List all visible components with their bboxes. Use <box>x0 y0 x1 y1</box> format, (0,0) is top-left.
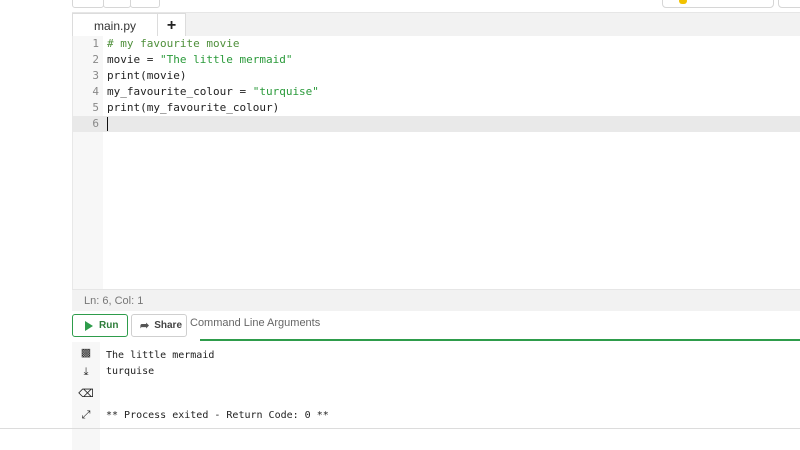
code-token: print(movie) <box>107 69 187 82</box>
line-code: print(movie) <box>107 68 186 84</box>
code-line[interactable]: 1 # my favourite movie <box>73 36 800 52</box>
python-logo-icon <box>679 0 687 4</box>
line-number: 3 <box>92 69 99 82</box>
play-icon <box>85 320 93 331</box>
tab-main-py[interactable]: main.py <box>72 13 158 37</box>
output-line: turquise <box>106 366 155 377</box>
share-icon: ➦ <box>140 320 150 332</box>
code-line[interactable]: 5 print(my_favourite_colour) <box>73 100 800 116</box>
command-line-arguments-input[interactable]: Command Line Arguments <box>190 317 320 329</box>
settings-button[interactable] <box>778 0 800 8</box>
action-bar: Run ➦ Share Command Line Arguments <box>72 314 800 341</box>
line-number: 2 <box>92 53 99 66</box>
cursor-position: Ln: 6, Col: 1 <box>84 294 144 307</box>
editor-status-bar: Ln: 6, Col: 1 <box>72 289 800 311</box>
line-code: my_favourite_colour = "turquise" <box>107 84 319 100</box>
code-editor[interactable]: 1 # my favourite movie 2 movie = "The littl… <box>72 36 800 289</box>
input-underline <box>200 339 800 341</box>
code-line[interactable]: 6 <box>73 116 800 132</box>
code-line[interactable]: 4 my_favourite_colour = "turquise" <box>73 84 800 100</box>
language-selector[interactable] <box>662 0 774 8</box>
line-number: 1 <box>92 37 99 50</box>
download-icon[interactable]: ⤓ <box>80 366 92 378</box>
add-file-button[interactable]: + <box>158 13 186 37</box>
code-line[interactable]: 3 print(movie) <box>73 68 800 84</box>
copy-icon[interactable]: ▩ <box>80 346 92 359</box>
code-token: print(my_favourite_colour) <box>107 101 280 114</box>
output-toolbar: ▩ ⤓ ⌫ ⤢ <box>72 342 100 450</box>
line-code: print(my_favourite_colour) <box>107 100 279 116</box>
code-line[interactable]: 2 movie = "The little mermaid" <box>73 52 800 68</box>
clear-icon[interactable]: ⌫ <box>78 387 94 400</box>
toolbar-button[interactable] <box>130 0 160 8</box>
toolbar-button[interactable] <box>72 0 104 8</box>
code-token: "turquise" <box>252 85 319 98</box>
output-line: ** Process exited - Return Code: 0 ** <box>106 410 329 421</box>
code-token: movie = <box>107 53 160 66</box>
line-number: 4 <box>92 85 99 98</box>
code-token: "The little mermaid" <box>159 53 293 66</box>
line-code: # my favourite movie <box>107 36 239 52</box>
code-token: my_favourite_colour = <box>107 85 253 98</box>
run-label: Run <box>99 320 119 331</box>
output-line: The little mermaid <box>106 350 215 361</box>
file-tab-bar: main.py + <box>72 12 800 37</box>
code-token: # my favourite movie <box>107 37 240 50</box>
output-console: ▩ ⤓ ⌫ ⤢ The little mermaid turquise ** Pro… <box>72 342 800 450</box>
share-label: Share <box>154 320 183 331</box>
text-cursor <box>107 117 108 131</box>
line-number: 6 <box>92 117 99 130</box>
toolbar-button[interactable] <box>103 0 131 8</box>
page-divider <box>0 428 800 429</box>
run-button[interactable]: Run <box>72 314 128 337</box>
line-number: 5 <box>92 101 99 114</box>
share-button[interactable]: ➦ Share <box>131 314 187 337</box>
expand-icon[interactable]: ⤢ <box>80 409 92 421</box>
line-code: movie = "The little mermaid" <box>107 52 292 68</box>
